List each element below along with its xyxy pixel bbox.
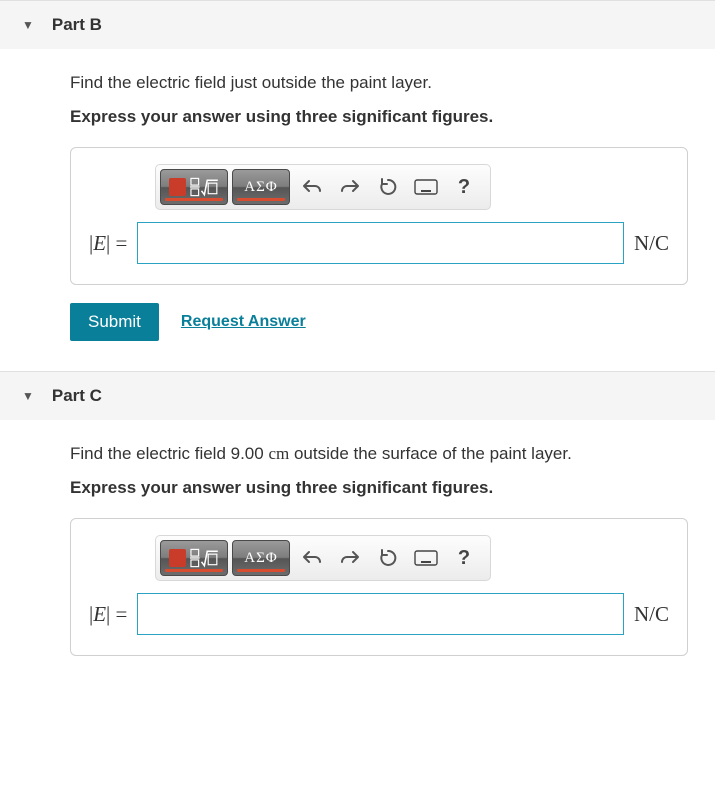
part-b-answer-input[interactable] xyxy=(137,222,624,264)
templates-button[interactable] xyxy=(160,540,228,576)
request-answer-link[interactable]: Request Answer xyxy=(181,313,306,331)
reset-button[interactable] xyxy=(370,540,406,576)
part-b-answer-box: ΑΣΦ ? |E| = N/C xyxy=(70,147,688,285)
undo-button[interactable] xyxy=(294,540,330,576)
keyboard-button[interactable] xyxy=(408,169,444,205)
answer-unit: N/C xyxy=(634,602,669,627)
part-b-prompt: Find the electric field just outside the… xyxy=(70,73,700,93)
help-button[interactable]: ? xyxy=(446,540,482,576)
part-b-instruction: Express your answer using three signific… xyxy=(70,107,700,127)
part-b-header[interactable]: ▼ Part B xyxy=(0,0,715,49)
answer-row: |E| = N/C xyxy=(89,222,669,264)
equation-toolbar: ΑΣΦ ? xyxy=(155,164,491,210)
sqrt-fraction-icon xyxy=(190,177,219,197)
part-c-body: Find the electric field 9.00 cm outside … xyxy=(0,420,700,686)
part-c-answer-box: ΑΣΦ ? |E| = N/C xyxy=(70,518,688,656)
redo-button[interactable] xyxy=(332,169,368,205)
part-c-prompt: Find the electric field 9.00 cm outside … xyxy=(70,444,700,464)
part-b-body: Find the electric field just outside the… xyxy=(0,49,700,371)
greek-symbols-button[interactable]: ΑΣΦ xyxy=(232,169,290,205)
redo-button[interactable] xyxy=(332,540,368,576)
help-button[interactable]: ? xyxy=(446,169,482,205)
part-c-header[interactable]: ▼ Part C xyxy=(0,371,715,420)
keyboard-button[interactable] xyxy=(408,540,444,576)
chevron-down-icon: ▼ xyxy=(22,18,34,32)
part-c-title: Part C xyxy=(52,386,102,406)
submit-button[interactable]: Submit xyxy=(70,303,159,341)
part-c-instruction: Express your answer using three signific… xyxy=(70,478,700,498)
templates-button[interactable] xyxy=(160,169,228,205)
part-b-title: Part B xyxy=(52,15,102,35)
greek-symbols-button[interactable]: ΑΣΦ xyxy=(232,540,290,576)
template-board-icon xyxy=(169,178,186,196)
part-c-answer-input[interactable] xyxy=(137,593,624,635)
reset-button[interactable] xyxy=(370,169,406,205)
sqrt-fraction-icon xyxy=(190,548,219,568)
answer-row: |E| = N/C xyxy=(89,593,669,635)
chevron-down-icon: ▼ xyxy=(22,389,34,403)
part-b-actions: Submit Request Answer xyxy=(70,303,700,341)
equation-toolbar: ΑΣΦ ? xyxy=(155,535,491,581)
answer-unit: N/C xyxy=(634,231,669,256)
undo-button[interactable] xyxy=(294,169,330,205)
answer-lhs: |E| = xyxy=(89,602,127,627)
template-board-icon xyxy=(169,549,186,567)
answer-lhs: |E| = xyxy=(89,231,127,256)
